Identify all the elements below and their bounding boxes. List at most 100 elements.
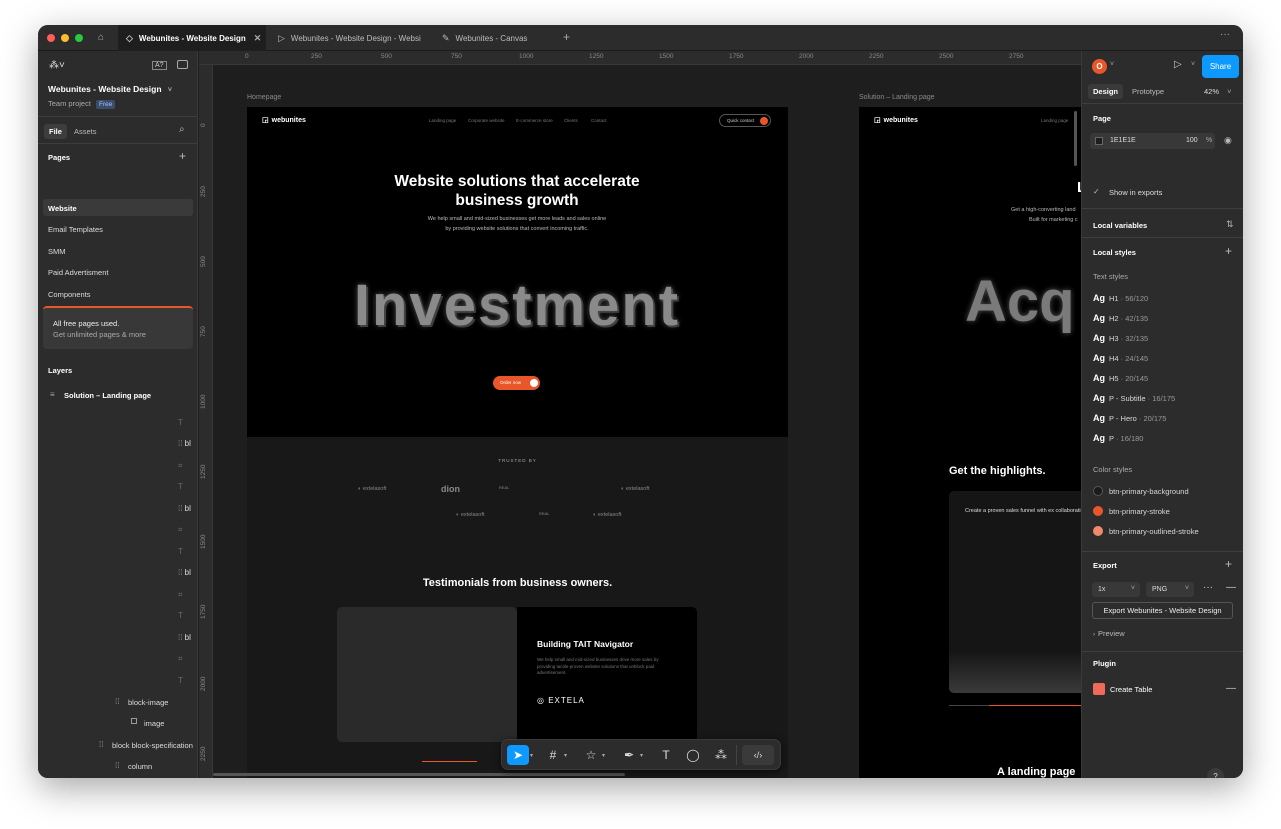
text-style-item[interactable]: Ag P · 16/180 xyxy=(1093,433,1143,443)
text-style-item[interactable]: Ag H1 · 56/120 xyxy=(1093,293,1148,303)
home-icon[interactable]: ⌂ xyxy=(98,32,104,43)
minimize-window-button[interactable] xyxy=(61,34,69,42)
actions-tool-button[interactable]: ⁂ xyxy=(712,745,730,765)
layer-column[interactable]: column xyxy=(128,762,152,771)
frame-label-homepage[interactable]: Homepage xyxy=(247,94,281,101)
layer-block-specification[interactable]: block block-specification xyxy=(112,741,193,750)
add-page-icon[interactable]: + xyxy=(179,149,186,163)
text-style-item[interactable]: Ag P - Subtitle · 16/175 xyxy=(1093,393,1175,403)
add-export-icon[interactable]: + xyxy=(1225,557,1232,571)
remove-export-icon[interactable]: — xyxy=(1226,582,1236,593)
nav-link[interactable]: E-commerce store xyxy=(516,118,553,123)
page-item-components[interactable]: Components xyxy=(48,290,91,299)
frame-tool-button[interactable]: # xyxy=(544,745,562,765)
local-variables-heading[interactable]: Local variables xyxy=(1093,221,1147,230)
zoom-control[interactable]: 42% ˅ xyxy=(1204,87,1232,96)
page-color-value[interactable]: 1E1E1E xyxy=(1110,137,1136,144)
figma-menu-icon[interactable]: ⁂˅ xyxy=(49,60,65,71)
page-opacity-value[interactable]: 100 xyxy=(1186,137,1198,144)
tab-website-design[interactable]: ◇ Webunites - Website Design ✕ xyxy=(118,25,266,51)
tab-prototype[interactable]: ▷ Webunites - Website Design - Websi xyxy=(270,25,430,51)
tab-canvas[interactable]: ✎ Webunites - Canvas xyxy=(434,25,554,51)
frame-label-solution[interactable]: Solution – Landing page xyxy=(859,94,935,101)
show-in-exports-label[interactable]: Show in exports xyxy=(1109,188,1162,197)
nav-link[interactable]: Landing page xyxy=(1041,118,1068,123)
more-icon[interactable]: ··· xyxy=(1220,29,1230,40)
nav-link[interactable]: Landing page xyxy=(429,118,456,123)
layer-block-image[interactable]: block-image xyxy=(128,698,168,707)
page-item-paid-advertisment[interactable]: Paid Advertisment xyxy=(48,268,108,277)
text-style-item[interactable]: Ag P - Hero · 20/175 xyxy=(1093,413,1166,423)
canvas[interactable]: 0 250 500 750 1000 1250 1500 1750 2000 2… xyxy=(199,51,1081,778)
nav-link[interactable]: Clients xyxy=(564,118,578,123)
page-item-email-templates[interactable]: Email Templates xyxy=(48,225,103,234)
tab-file[interactable]: File xyxy=(44,124,67,139)
horizontal-scrollbar[interactable] xyxy=(213,773,625,776)
export-scale-select[interactable]: 1x ˅ xyxy=(1092,582,1140,597)
avatar[interactable]: O xyxy=(1092,59,1107,74)
pen-tool-button[interactable]: ✒ xyxy=(620,745,638,765)
quick-contact-button[interactable]: Quick contact xyxy=(719,114,771,127)
add-style-icon[interactable]: + xyxy=(1225,244,1232,258)
text-style-item[interactable]: Ag H4 · 24/145 xyxy=(1093,353,1148,363)
help-button[interactable]: ? xyxy=(1207,768,1224,778)
tab-assets[interactable]: Assets xyxy=(74,127,97,136)
eye-icon[interactable]: ◉ xyxy=(1224,135,1232,146)
variables-icon[interactable]: ⇅ xyxy=(1226,219,1234,230)
chevron-down-icon[interactable]: ▾ xyxy=(530,745,533,765)
close-window-button[interactable] xyxy=(47,34,55,42)
search-icon[interactable]: ⌕ xyxy=(179,124,185,135)
chevron-down-icon[interactable]: ˅ xyxy=(1110,61,1114,68)
file-name[interactable]: Webunites - Website Design ˅ xyxy=(48,84,172,94)
font-icon[interactable]: A? xyxy=(152,61,167,70)
chevron-down-icon[interactable]: ˅ xyxy=(1191,61,1195,68)
color-style-item[interactable]: btn-primary-outlined-stroke xyxy=(1093,526,1199,536)
nav-link[interactable]: Contact xyxy=(591,118,607,123)
nav-link[interactable]: Corporate website xyxy=(468,118,505,123)
page-item-smm[interactable]: SMM xyxy=(48,247,66,256)
close-tab-icon[interactable]: ✕ xyxy=(254,33,262,44)
move-tool-button[interactable]: ➤ xyxy=(507,745,529,765)
checkbox-checked-icon[interactable]: ✓ xyxy=(1093,187,1100,196)
layer-image[interactable]: image xyxy=(144,719,164,728)
text-style-item[interactable]: Ag H2 · 42/135 xyxy=(1093,313,1148,323)
layer-glyph[interactable]: ⁞⁞ bl xyxy=(178,568,191,577)
color-swatch[interactable] xyxy=(1095,137,1103,145)
preview-toggle[interactable]: › Preview xyxy=(1093,629,1125,638)
page-item-website[interactable]: Website xyxy=(48,204,77,213)
present-play-icon[interactable]: ▷ xyxy=(1174,59,1182,70)
layer-glyph[interactable]: ⁞⁞ bl xyxy=(178,633,191,642)
frame-solution-landing[interactable]: ◲webunites Landing page L Get a high-con… xyxy=(859,107,1081,778)
shape-tool-button[interactable]: ☆ xyxy=(582,745,600,765)
more-options-icon[interactable]: ··· xyxy=(1203,582,1213,593)
text-tool-button[interactable]: T xyxy=(657,745,675,765)
layer-glyph[interactable]: ⁞⁞ bl xyxy=(178,439,191,448)
upgrade-link[interactable]: Get unlimited pages & more xyxy=(53,330,146,339)
tab-prototype[interactable]: Prototype xyxy=(1132,87,1164,96)
chevron-down-icon[interactable]: ▾ xyxy=(564,745,567,765)
frame-homepage[interactable]: ◲ webunites Landing page Corporate websit… xyxy=(247,107,788,778)
page-color-field[interactable]: 1E1E1E 100 % xyxy=(1090,133,1215,149)
sidebar-toggle-icon[interactable] xyxy=(177,60,188,69)
upgrade-banner[interactable]: All free pages used. Get unlimited pages… xyxy=(43,306,193,349)
new-tab-icon[interactable]: + xyxy=(563,30,570,44)
export-button[interactable]: Export Webunites - Website Design xyxy=(1092,602,1233,619)
chevron-down-icon[interactable]: ▾ xyxy=(640,745,643,765)
comment-tool-button[interactable]: ◯ xyxy=(684,745,702,765)
text-style-item[interactable]: Ag H3 · 32/135 xyxy=(1093,333,1148,343)
export-format-select[interactable]: PNG ˅ xyxy=(1146,582,1194,597)
chevron-down-icon[interactable]: ▾ xyxy=(602,745,605,765)
order-now-button[interactable]: Order now xyxy=(493,376,540,390)
tab-design[interactable]: Design xyxy=(1088,84,1124,99)
maximize-window-button[interactable] xyxy=(75,34,83,42)
dev-mode-toggle[interactable]: ‹/› xyxy=(742,745,774,765)
layer-root[interactable]: Solution – Landing page xyxy=(64,391,151,400)
remove-plugin-icon[interactable]: — xyxy=(1226,683,1236,694)
layer-glyph[interactable]: ⁞⁞ bl xyxy=(178,504,191,513)
plugin-item[interactable]: Create Table xyxy=(1093,683,1152,695)
vertical-scrollbar[interactable] xyxy=(1074,111,1077,166)
color-style-item[interactable]: btn-primary-stroke xyxy=(1093,506,1170,516)
text-style-item[interactable]: Ag H5 · 20/145 xyxy=(1093,373,1148,383)
color-style-item[interactable]: btn-primary-background xyxy=(1093,486,1189,496)
share-button[interactable]: Share xyxy=(1202,55,1239,78)
